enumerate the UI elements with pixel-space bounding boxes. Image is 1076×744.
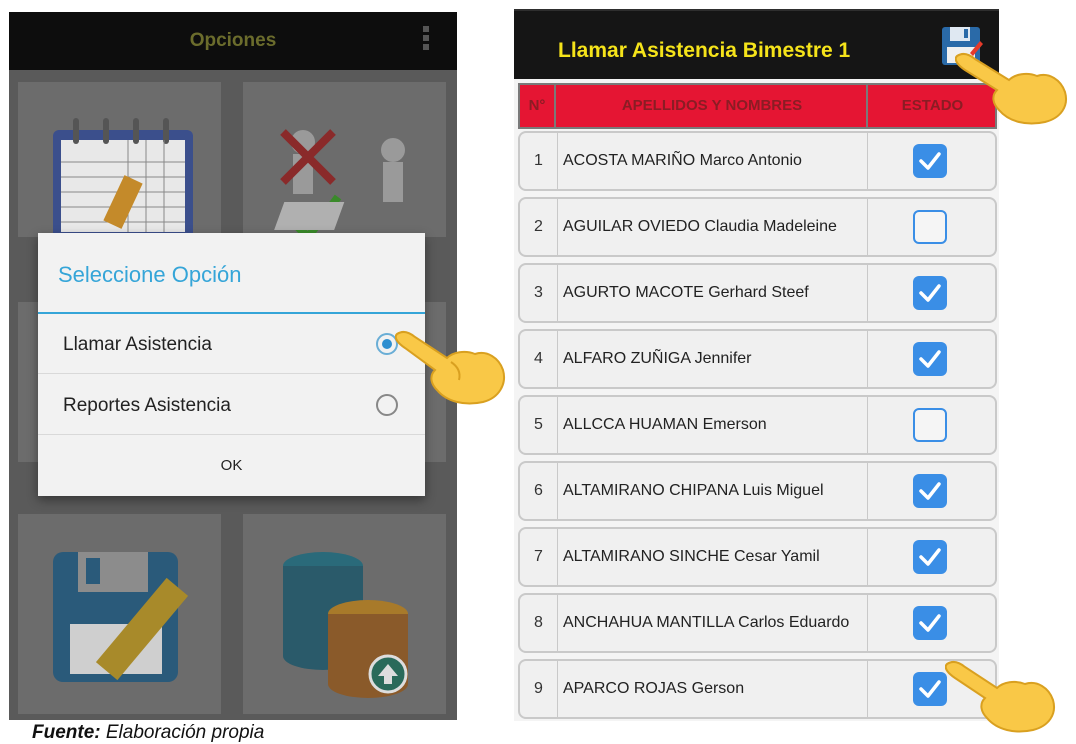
attendance-checkbox-unchecked[interactable] xyxy=(913,210,947,244)
tile-database[interactable] xyxy=(243,514,446,714)
option-label: Llamar Asistencia xyxy=(63,334,212,355)
row-number: 1 xyxy=(520,133,558,189)
row-number: 5 xyxy=(520,397,558,453)
database-upload-icon xyxy=(283,552,408,698)
attendance-checkbox-checked[interactable] xyxy=(913,342,947,376)
student-name: ALLCCA HUAMAN Emerson xyxy=(563,397,868,453)
tile-save[interactable] xyxy=(18,514,221,714)
floppy-pencil-icon xyxy=(53,552,189,682)
row-number: 4 xyxy=(520,331,558,387)
screen-title: Llamar Asistencia Bimestre 1 xyxy=(558,39,851,62)
student-name: ALTAMIRANO SINCHE Cesar Yamil xyxy=(563,529,868,585)
header-name: APELLIDOS Y NOMBRES xyxy=(558,85,868,127)
student-name: ANCHAHUA MANTILLA Carlos Eduardo xyxy=(563,595,868,651)
student-name: ACOSTA MARIÑO Marco Antonio xyxy=(563,133,868,189)
table-row: 8 ANCHAHUA MANTILLA Carlos Eduardo xyxy=(518,593,997,653)
ok-button[interactable]: OK xyxy=(38,457,425,474)
table-row: 1 ACOSTA MARIÑO Marco Antonio xyxy=(518,131,997,191)
row-number: 7 xyxy=(520,529,558,585)
app-bar: Llamar Asistencia Bimestre 1 xyxy=(514,9,999,79)
option-llamar-asistencia[interactable]: Llamar Asistencia xyxy=(38,314,425,374)
evaluation-figures-icon xyxy=(274,129,405,244)
pointing-hand-icon xyxy=(955,52,1067,125)
student-name: AGURTO MACOTE Gerhard Steef xyxy=(563,265,868,321)
row-number: 2 xyxy=(520,199,558,255)
caption-text: Elaboración propia xyxy=(100,722,265,743)
option-label: Reportes Asistencia xyxy=(63,395,231,416)
table-header: N° APELLIDOS Y NOMBRES ESTADO xyxy=(518,83,997,129)
table-row: 3 AGURTO MACOTE Gerhard Steef xyxy=(518,263,997,323)
student-name: AGUILAR OVIEDO Claudia Madeleine xyxy=(563,199,868,255)
row-number: 6 xyxy=(520,463,558,519)
dialog-title: Seleccione Opción xyxy=(58,262,242,287)
attendance-checkbox-unchecked[interactable] xyxy=(913,408,947,442)
attendance-checkbox-checked[interactable] xyxy=(913,144,947,178)
tile-evaluation[interactable] xyxy=(243,82,446,244)
table-row: 5 ALLCCA HUAMAN Emerson xyxy=(518,395,997,455)
header-number: N° xyxy=(520,85,556,127)
table-row: 2 AGUILAR OVIEDO Claudia Madeleine xyxy=(518,197,997,257)
student-name: ALTAMIRANO CHIPANA Luis Miguel xyxy=(563,463,868,519)
screen-title: Opciones xyxy=(189,30,277,51)
tile-attendance-register[interactable] xyxy=(18,82,221,240)
source-caption: Fuente: Elaboración propia xyxy=(32,722,264,744)
attendance-checkbox-checked[interactable] xyxy=(913,540,947,574)
attendance-checkbox-checked[interactable] xyxy=(913,474,947,508)
student-name: ALFARO ZUÑIGA Jennifer xyxy=(563,331,868,387)
table-row: 7 ALTAMIRANO SINCHE Cesar Yamil xyxy=(518,527,997,587)
pointing-hand-icon xyxy=(945,660,1055,733)
caption-bold: Fuente: xyxy=(32,722,101,743)
app-bar: Opciones xyxy=(9,12,457,70)
attendance-checkbox-checked[interactable] xyxy=(913,672,947,706)
select-option-dialog: Seleccione Opción Llamar Asistencia Repo… xyxy=(38,233,425,496)
register-calendar-icon xyxy=(53,118,193,240)
overflow-menu-icon[interactable] xyxy=(423,26,429,53)
table-row: 9 APARCO ROJAS Gerson xyxy=(518,659,997,719)
row-number: 3 xyxy=(520,265,558,321)
attendance-screen: Llamar Asistencia Bimestre 1 N° APELLIDO… xyxy=(514,9,999,721)
table-row: 6 ALTAMIRANO CHIPANA Luis Miguel xyxy=(518,461,997,521)
attendance-checkbox-checked[interactable] xyxy=(913,276,947,310)
student-name: APARCO ROJAS Gerson xyxy=(563,661,868,717)
row-number: 9 xyxy=(520,661,558,717)
table-row: 4 ALFARO ZUÑIGA Jennifer xyxy=(518,329,997,389)
option-reportes-asistencia[interactable]: Reportes Asistencia xyxy=(38,375,425,435)
pointing-hand-icon xyxy=(395,330,505,405)
attendance-checkbox-checked[interactable] xyxy=(913,606,947,640)
row-number: 8 xyxy=(520,595,558,651)
